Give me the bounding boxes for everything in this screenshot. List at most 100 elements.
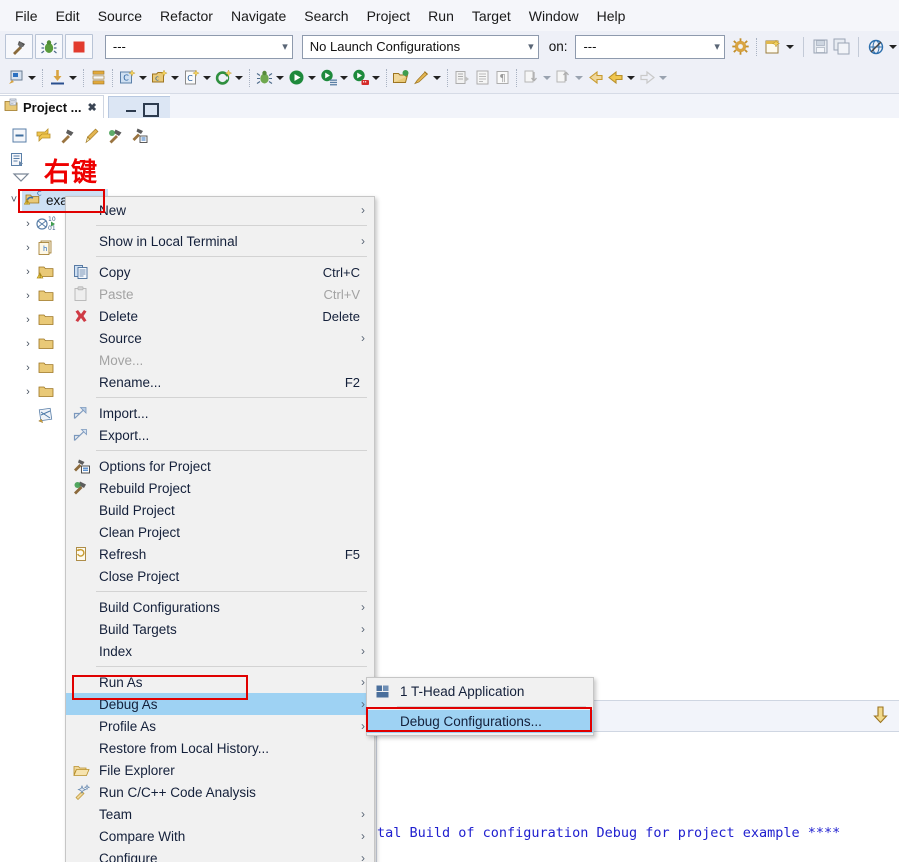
stop-button[interactable] xyxy=(64,34,93,59)
chevron-down-icon[interactable] xyxy=(169,69,181,87)
build-button[interactable] xyxy=(5,34,33,59)
clean-icon[interactable] xyxy=(80,124,102,146)
chevron-down-icon[interactable] xyxy=(573,69,585,87)
context-menu-item-source[interactable]: Source › xyxy=(66,327,374,349)
menu-source[interactable]: Source xyxy=(89,5,151,27)
context-menu-item-compare-with[interactable]: Compare With › xyxy=(66,825,374,847)
pin-editor-icon[interactable] xyxy=(411,68,431,88)
chevron-down-icon[interactable] xyxy=(233,69,245,87)
menu-window[interactable]: Window xyxy=(520,5,588,27)
rebuild-icon[interactable] xyxy=(104,124,126,146)
back-icon[interactable] xyxy=(605,68,625,88)
menu-edit[interactable]: Edit xyxy=(47,5,89,27)
context-menu-item-refresh[interactable]: Refresh F5 xyxy=(66,543,374,565)
chevron-down-icon[interactable] xyxy=(370,69,382,87)
chevron-down-icon[interactable] xyxy=(541,69,553,87)
context-menu-item-run-code-analysis[interactable]: Run C/C++ Code Analysis xyxy=(66,781,374,803)
options-for-project-icon[interactable] xyxy=(128,124,150,146)
collapse-all-icon[interactable] xyxy=(8,124,30,146)
save-all-icon[interactable] xyxy=(832,37,851,57)
minimize-icon[interactable] xyxy=(124,101,138,115)
context-menu-item-export[interactable]: Export... xyxy=(66,424,374,446)
profile-icon[interactable] xyxy=(350,68,370,88)
show-whitespace-icon[interactable] xyxy=(472,68,492,88)
next-annotation-icon[interactable] xyxy=(521,68,541,88)
new-c-project-icon[interactable]: C xyxy=(117,68,137,88)
context-menu-item-configure[interactable]: Configure › xyxy=(66,847,374,862)
twisty-collapsed-icon[interactable]: › xyxy=(20,384,36,400)
context-menu-item-debug-as[interactable]: Debug As › xyxy=(66,693,374,715)
chevron-down-icon[interactable] xyxy=(431,69,443,87)
context-menu-item-close-project[interactable]: Close Project xyxy=(66,565,374,587)
context-menu-item-rename[interactable]: Rename... F2 xyxy=(66,371,374,393)
context-menu-item-restore-from-local-history[interactable]: Restore from Local History... xyxy=(66,737,374,759)
twisty-collapsed-icon[interactable]: › xyxy=(20,216,36,232)
chevron-down-icon[interactable] xyxy=(201,69,213,87)
menu-file[interactable]: File xyxy=(6,5,47,27)
twisty-expanded-icon[interactable]: ˅ xyxy=(6,192,22,208)
forward-icon[interactable] xyxy=(637,68,657,88)
submenu-item-thead-application[interactable]: 1 T-Head Application xyxy=(367,680,593,703)
chevron-down-icon[interactable] xyxy=(657,69,669,87)
import-icon[interactable] xyxy=(47,68,67,88)
submenu-item-debug-configurations[interactable]: Debug Configurations... xyxy=(367,710,593,733)
chevron-down-icon[interactable] xyxy=(625,69,637,87)
chevron-down-icon[interactable] xyxy=(26,69,38,87)
new-cpp-project-icon[interactable]: c xyxy=(149,68,169,88)
menu-target[interactable]: Target xyxy=(463,5,520,27)
context-menu-item-options-for-project[interactable]: Options for Project xyxy=(66,455,374,477)
open-type-icon[interactable] xyxy=(6,68,26,88)
menu-search[interactable]: Search xyxy=(295,5,357,27)
twisty-collapsed-icon[interactable]: › xyxy=(20,360,36,376)
console-output[interactable]: tal Build of configuration Debug for pro… xyxy=(376,732,899,862)
context-menu-item-run-as[interactable]: Run As › xyxy=(66,671,374,693)
previous-annotation-icon[interactable] xyxy=(553,68,573,88)
globe-link-icon[interactable] xyxy=(866,37,885,57)
context-menu-item-file-explorer[interactable]: File Explorer xyxy=(66,759,374,781)
run-icon[interactable] xyxy=(286,68,306,88)
context-menu-item-build-project[interactable]: Build Project xyxy=(66,499,374,521)
chevron-down-icon[interactable] xyxy=(338,69,350,87)
context-menu-item-copy[interactable]: Copy Ctrl+C xyxy=(66,261,374,283)
context-menu-item-build-targets[interactable]: Build Targets › xyxy=(66,618,374,640)
context-menu-item-clean-project[interactable]: Clean Project xyxy=(66,521,374,543)
open-resource-icon[interactable] xyxy=(391,68,411,88)
context-menu-item-index[interactable]: Index › xyxy=(66,640,374,662)
pilcrow-icon[interactable]: ¶ xyxy=(492,68,512,88)
last-edit-location-icon[interactable] xyxy=(585,68,605,88)
twisty-collapsed-icon[interactable]: › xyxy=(20,336,36,352)
build-configuration-combo[interactable]: --- ▾ xyxy=(104,34,293,59)
new-class-icon[interactable] xyxy=(213,68,233,88)
chevron-down-icon[interactable] xyxy=(306,69,318,87)
twisty-collapsed-icon[interactable]: › xyxy=(20,240,36,256)
view-menu-icon[interactable] xyxy=(6,148,28,170)
chevron-down-icon[interactable] xyxy=(67,69,79,87)
twisty-collapsed-icon[interactable]: › xyxy=(20,264,36,280)
menu-refactor[interactable]: Refactor xyxy=(151,5,222,27)
twisty-collapsed-icon[interactable]: › xyxy=(20,288,36,304)
toggle-block-selection-icon[interactable] xyxy=(452,68,472,88)
menu-navigate[interactable]: Navigate xyxy=(222,5,295,27)
new-wizard-icon[interactable] xyxy=(763,37,782,57)
context-menu-item-delete[interactable]: Delete Delete xyxy=(66,305,374,327)
launch-configuration-combo[interactable]: No Launch Configurations ▾ xyxy=(301,34,539,59)
chevron-down-icon[interactable] xyxy=(888,38,899,56)
collapse-arrow-icon[interactable] xyxy=(12,170,30,184)
link-with-editor-icon[interactable] xyxy=(32,124,54,146)
twisty-collapsed-icon[interactable]: › xyxy=(20,312,36,328)
context-menu-item-build-configurations[interactable]: Build Configurations › xyxy=(66,596,374,618)
menu-run[interactable]: Run xyxy=(419,5,463,27)
context-menu-item-profile-as[interactable]: Profile As › xyxy=(66,715,374,737)
new-c-file-icon[interactable]: C xyxy=(181,68,201,88)
target-combo[interactable]: --- ▾ xyxy=(575,34,725,59)
menu-help[interactable]: Help xyxy=(588,5,635,27)
build-icon[interactable] xyxy=(56,124,78,146)
list-icon[interactable] xyxy=(88,68,108,88)
context-menu-item-import[interactable]: Import... xyxy=(66,402,374,424)
context-menu-item-new[interactable]: New › xyxy=(66,199,374,221)
maximize-icon[interactable] xyxy=(142,101,159,117)
debug-button[interactable] xyxy=(34,34,63,59)
debug-icon[interactable] xyxy=(254,68,274,88)
tab-project-explorer[interactable]: Project ... ✖ xyxy=(0,95,104,118)
gear-icon[interactable] xyxy=(731,37,750,57)
